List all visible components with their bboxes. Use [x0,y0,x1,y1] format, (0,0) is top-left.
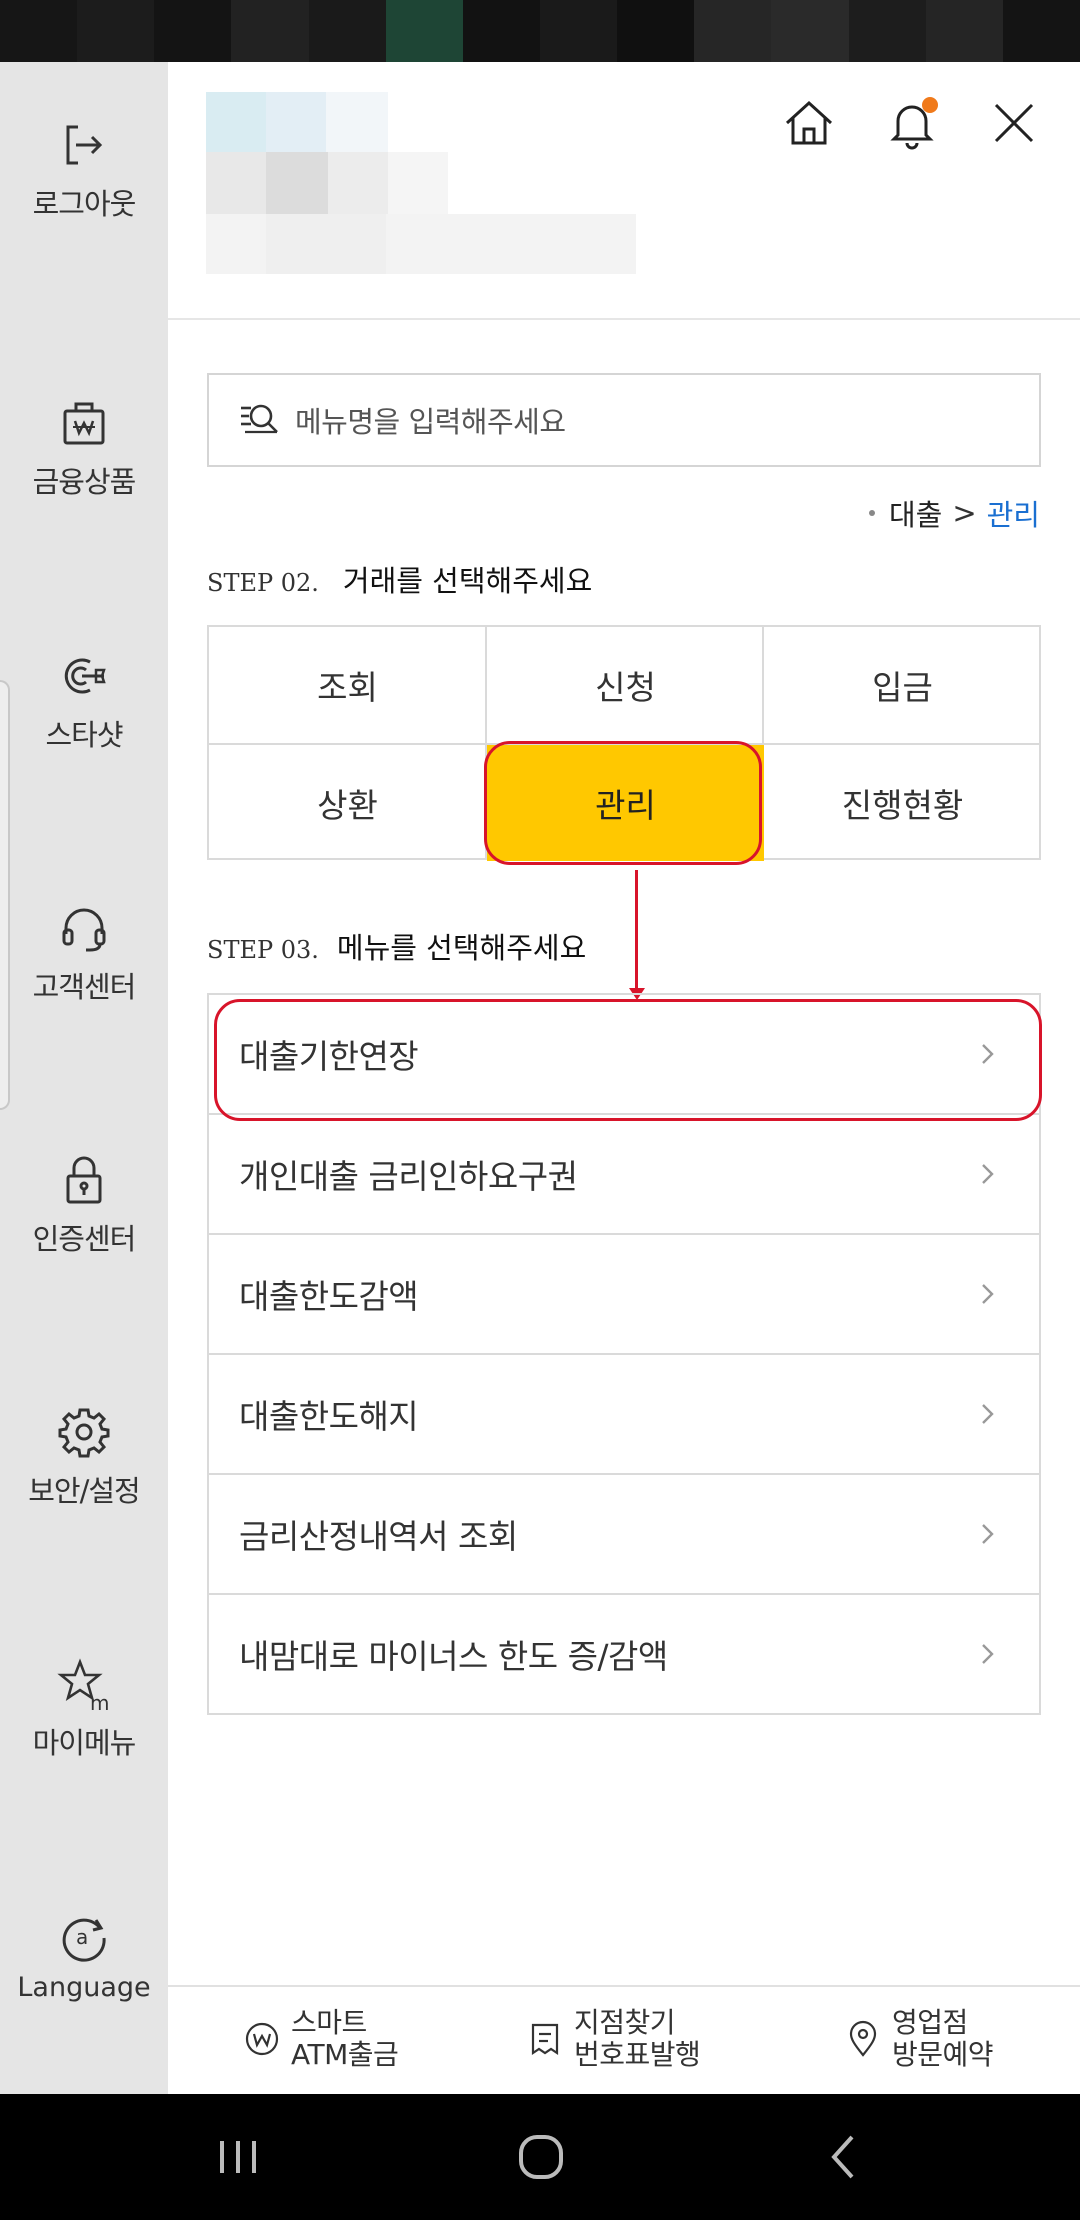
branch-reservation-button[interactable]: 영업점 방문예약 [844,2006,994,2071]
menu-item-label: 개인대출 금리인하요구권 [239,1157,578,1196]
back-button[interactable] [814,2127,874,2187]
sidebar-item-label: 로그아웃 [32,187,137,221]
txn-option-apply[interactable]: 신청 [487,627,764,743]
branch-finder-line1: 지점찾기 [574,2006,676,2039]
menu-item-limit-cancel[interactable]: 대출한도해지 [209,1355,1039,1475]
chevron-right-icon [982,1404,994,1424]
breadcrumb-current: 관리 [986,498,1040,532]
smart-atm-line1: 스마트 [291,2006,367,2039]
recent-apps-icon [220,2141,256,2173]
breadcrumb-parent[interactable]: 대출 [889,492,942,534]
chevron-right-icon [982,1044,994,1064]
sidebar-item-auth-center[interactable]: 인증센터 [0,1152,168,1258]
starshot-icon [64,658,106,694]
sidebar-item-starshot[interactable]: 스타샷 [0,648,168,754]
menu-item-rate-statement[interactable]: 금리산정내역서 조회 [209,1475,1039,1595]
txn-option-deposit[interactable]: 입금 [764,627,1041,743]
txn-option-manage[interactable]: 관리 [487,745,764,861]
search-icon [241,404,278,434]
star-m-icon: m [57,1658,109,1712]
transaction-grid: 조회 신청 입금 상환 관리 진행현황 [207,625,1041,861]
sidebar-item-logout[interactable]: 로그아웃 [0,117,168,223]
notification-dot [922,97,938,113]
step-number: STEP 03. [207,936,319,964]
sidebar-item-products[interactable]: 금융상품 [0,395,168,501]
chevron-right-icon [982,1644,994,1664]
bullet-icon [868,510,875,516]
step-title: 거래를 선택해주세요 [342,564,593,598]
chevron-right-icon [982,1524,994,1544]
notification-button[interactable] [884,95,940,151]
sidebar-item-label: 스타샷 [45,718,123,752]
menu-list: 대출기한연장 개인대출 금리인하요구권 대출한도감액 대출한도해지 금리산정내역… [207,993,1041,1715]
lock-icon [66,1156,102,1204]
breadcrumb-separator: > [952,496,977,530]
menu-item-minus-limit-adjust[interactable]: 내맘대로 마이너스 한도 증/감액 [209,1595,1039,1715]
branch-reservation-line2: 방문예약 [892,2038,994,2071]
location-pin-icon [849,2020,877,2057]
menu-item-label: 대출한도해지 [239,1397,419,1436]
sidebar-item-my-menu[interactable]: m 마이메뉴 [0,1656,168,1762]
close-button[interactable] [986,95,1042,151]
sidebar-item-label: 마이메뉴 [32,1726,137,1760]
bag-icon [63,402,105,445]
quick-action-bar: 스마트 ATM출금 지점찾기 번호표발행 영업점 방문예약 [168,1985,1080,2094]
recent-apps-button[interactable] [208,2127,268,2187]
menu-item-label: 대출기한연장 [239,1037,419,1076]
system-nav-bar [0,2094,1080,2220]
atm-w-icon [245,2022,279,2056]
branch-finder-line2: 번호표발행 [574,2038,701,2071]
step3-heading: STEP 03. 메뉴를 선택해주세요 [207,925,586,967]
menu-item-label: 금리산정내역서 조회 [239,1517,518,1556]
chevron-right-icon [982,1164,994,1184]
branch-reservation-line1: 영업점 [892,2006,968,2039]
home-nav-icon [519,2135,563,2179]
back-icon [831,2135,854,2179]
txn-option-repay[interactable]: 상환 [209,745,486,861]
sidebar-item-label: 보안/설정 [28,1474,140,1508]
sidebar-item-security-settings[interactable]: 보안/설정 [0,1404,168,1510]
chevron-right-icon [982,1284,994,1304]
menu-item-loan-extension[interactable]: 대출기한연장 [209,995,1039,1115]
ticket-icon [531,2023,559,2056]
home-nav-button[interactable] [511,2127,571,2187]
branch-finder-button[interactable]: 지점찾기 번호표발행 [526,2006,701,2071]
header-divider [168,318,1080,320]
annotation-arrow [635,870,638,990]
headset-icon [62,908,106,952]
step-title: 메뉴를 선택해주세요 [336,931,587,965]
home-icon [785,100,833,145]
search-placeholder: 메뉴명을 입력해주세요 [295,405,566,439]
profile-blurred [206,92,636,277]
breadcrumb: 대출 > 관리 [868,492,1040,534]
menu-item-limit-reduce[interactable]: 대출한도감액 [209,1235,1039,1355]
smart-atm-button[interactable]: 스마트 ATM출금 [243,2006,399,2071]
sidebar-item-label: 인증센터 [32,1222,137,1256]
status-bar [0,0,1080,62]
menu-item-label: 대출한도감액 [239,1277,419,1316]
menu-item-label: 내맘대로 마이너스 한도 증/감액 [239,1637,668,1676]
sidebar-item-language[interactable]: a Language [0,1908,168,2003]
txn-option-inquiry[interactable]: 조회 [209,627,486,743]
close-icon [994,103,1034,143]
language-icon: a [62,1918,106,1962]
sidebar-item-label: 금융상품 [32,465,137,499]
sidebar-item-label: Language [17,1972,151,2003]
gear-icon [58,1408,110,1458]
svg-text:a: a [76,1925,88,1949]
home-button[interactable] [781,95,837,151]
logout-icon [66,125,103,165]
sidebar-item-label: 고객센터 [32,970,137,1004]
step2-heading: STEP 02. 거래를 선택해주세요 [207,558,592,600]
menu-item-rate-cut-request[interactable]: 개인대출 금리인하요구권 [209,1115,1039,1235]
sidebar: 로그아웃 금융상품 스타샷 고객센터 인증센터 보안/설정 m 마이메뉴 a L… [0,62,168,2094]
search-input[interactable]: 메뉴명을 입력해주세요 [207,373,1041,467]
txn-option-progress[interactable]: 진행현황 [764,745,1041,861]
step-number: STEP 02. [207,569,319,597]
drawer-handle[interactable] [0,680,10,1110]
smart-atm-line2: ATM출금 [291,2038,399,2071]
sidebar-item-customer-center[interactable]: 고객센터 [0,900,168,1006]
svg-text:m: m [90,1691,109,1712]
